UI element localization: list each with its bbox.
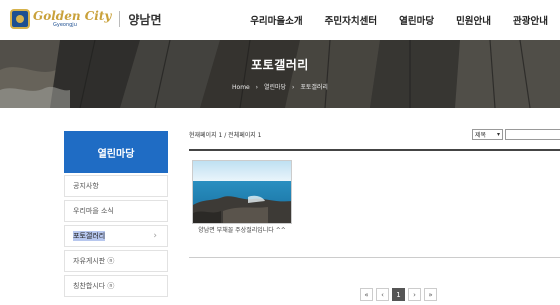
- last-page-button[interactable]: »: [424, 288, 437, 301]
- main-nav: 우리마을소개 주민자치센터 열린마당 민원안내 관광안내: [228, 13, 548, 27]
- list-top-divider: [189, 149, 560, 151]
- nav-item-open-forum[interactable]: 열린마당: [399, 13, 434, 27]
- breadcrumb-current[interactable]: 포토갤러리: [300, 84, 328, 91]
- search-select-value: 제목: [475, 132, 487, 139]
- sidebar-item-label: 공지사항: [73, 182, 99, 190]
- sidebar-item-label: 우리마을 소식: [73, 207, 114, 215]
- breadcrumb-separator-icon: ›: [292, 84, 295, 91]
- sidebar-item-label: 자유게시판 ⓝ: [73, 257, 115, 265]
- site-header: Golden City Gyeongju 양남면 우리마을소개 주민자치센터 열…: [0, 0, 560, 40]
- breadcrumb: Home › 열린마당 › 포토갤러리: [0, 82, 560, 91]
- first-page-button[interactable]: «: [360, 288, 373, 301]
- sidebar-item-notices[interactable]: 공지사항: [64, 175, 168, 197]
- sidebar-item-free-board[interactable]: 자유게시판 ⓝ: [64, 250, 168, 272]
- logo[interactable]: Golden City Gyeongju 양남면: [10, 9, 162, 29]
- sidebar-item-label: 포토갤러리: [73, 231, 106, 241]
- town-name: 양남면: [128, 12, 162, 27]
- page-info: 현재페이지 1 / 전체페이지 1: [189, 132, 262, 139]
- sidebar-item-photo-gallery[interactable]: 포토갤러리 ›: [64, 225, 168, 247]
- logo-text: Golden City Gyeongju: [33, 10, 111, 28]
- nav-item-village-intro[interactable]: 우리마을소개: [250, 13, 302, 27]
- breadcrumb-open-forum[interactable]: 열린마당: [264, 84, 286, 91]
- pagination: « ‹ 1 › »: [360, 288, 440, 301]
- gallery-thumbnail[interactable]: [192, 160, 292, 224]
- next-page-button[interactable]: ›: [408, 288, 421, 301]
- breadcrumb-home[interactable]: Home: [232, 84, 250, 91]
- search-input[interactable]: [505, 129, 560, 140]
- breadcrumb-separator-icon: ›: [255, 84, 259, 91]
- prev-page-button[interactable]: ‹: [376, 288, 389, 301]
- sidebar-menu: 공지사항 우리마을 소식 포토갤러리 › 자유게시판 ⓝ 칭찬합시다 ⓝ: [64, 175, 168, 300]
- gallery-photo: [193, 161, 291, 223]
- page-title: 포토갤러리: [251, 58, 309, 72]
- sidebar-title: 열린마당: [64, 131, 168, 173]
- nav-item-civil-affairs[interactable]: 민원안내: [456, 13, 491, 27]
- sidebar-item-praise[interactable]: 칭찬합시다 ⓝ: [64, 275, 168, 297]
- sidebar-item-village-news[interactable]: 우리마을 소식: [64, 200, 168, 222]
- chevron-right-icon: ›: [153, 231, 157, 241]
- banner-rock-image: [0, 40, 560, 108]
- city-emblem-icon: [10, 9, 30, 29]
- list-bottom-divider: [189, 257, 560, 258]
- nav-item-community-center[interactable]: 주민자치센터: [325, 13, 377, 27]
- nav-item-tourism[interactable]: 관광안내: [513, 13, 548, 27]
- chevron-down-icon: ▾: [496, 131, 500, 138]
- page-number-current[interactable]: 1: [392, 288, 405, 301]
- search-field-select[interactable]: 제목 ▾: [472, 129, 503, 140]
- gallery-caption[interactable]: 양남면 부채꼴 주상절리입니다 ^^: [186, 227, 298, 235]
- page-banner: 포토갤러리 Home › 열린마당 › 포토갤러리: [0, 40, 560, 108]
- logo-main-text: Golden City: [33, 9, 112, 23]
- logo-sub-text: Gyeongju: [53, 22, 77, 28]
- logo-divider: [119, 11, 121, 27]
- sidebar-item-label: 칭찬합시다 ⓝ: [73, 282, 115, 290]
